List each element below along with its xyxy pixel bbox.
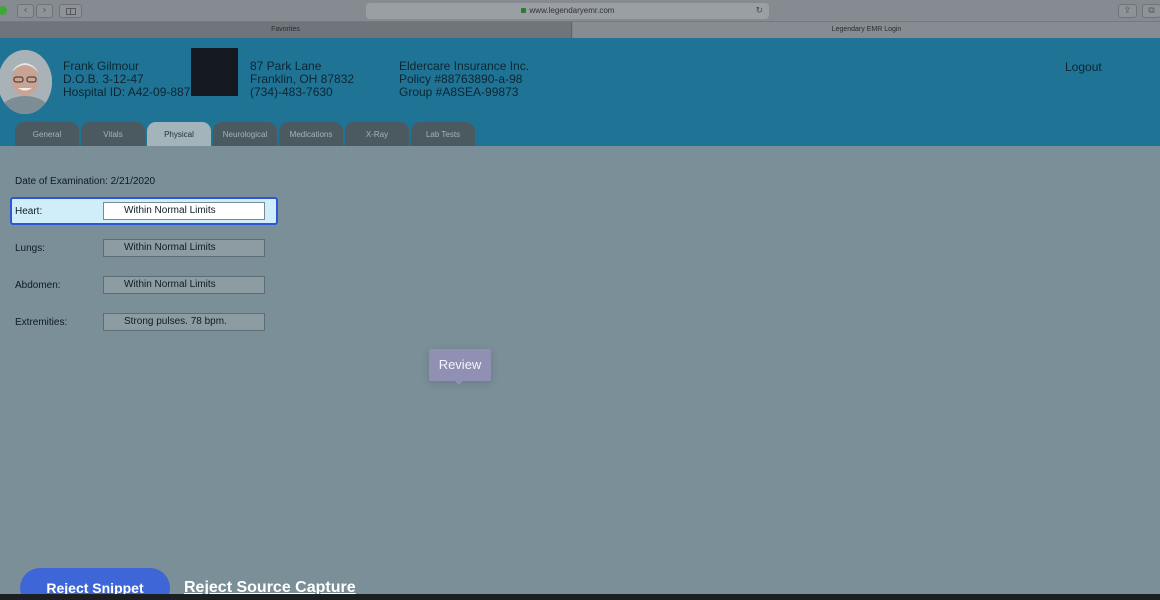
group-number: Group #A8SEA-99873 bbox=[399, 85, 519, 99]
lungs-label: Lungs: bbox=[15, 243, 46, 254]
browser-tab-emr-login[interactable]: Legendary EMR Login bbox=[573, 22, 1160, 38]
heart-label: Heart: bbox=[15, 206, 43, 217]
patient-header: Frank Gilmour D.O.B. 3-12-47 Hospital ID… bbox=[0, 38, 1160, 146]
tab-lab-tests[interactable]: Lab Tests bbox=[411, 122, 475, 146]
patient-hospital-id: Hospital ID: A42-09-887 bbox=[63, 85, 191, 99]
share-icon[interactable]: ⇪ bbox=[1118, 4, 1137, 18]
tabs-overview-icon[interactable]: ⧉ bbox=[1142, 4, 1160, 18]
browser-tabstrip: Favorites Legendary EMR Login bbox=[0, 22, 1160, 38]
reload-icon[interactable]: ↻ bbox=[755, 3, 763, 19]
heart-row-highlight: Heart: Within Normal Limits bbox=[10, 197, 278, 225]
address-bar[interactable]: www.legendaryemr.com ↻ bbox=[366, 3, 769, 19]
extremities-field[interactable]: Strong pulses. 78 bpm. bbox=[103, 313, 265, 331]
review-tooltip[interactable]: Review bbox=[429, 349, 491, 385]
sidebar-toggle-icon[interactable] bbox=[59, 4, 82, 18]
tab-x-ray[interactable]: X-Ray bbox=[345, 122, 409, 146]
extremities-label: Extremities: bbox=[15, 317, 68, 328]
abdomen-label: Abdomen: bbox=[15, 280, 61, 291]
forward-arrow-icon[interactable]: › bbox=[36, 4, 53, 18]
lock-icon bbox=[520, 8, 526, 13]
patient-photo bbox=[0, 50, 52, 114]
redaction-box bbox=[191, 48, 238, 96]
url-text: www.legendaryemr.com bbox=[529, 6, 615, 15]
lungs-field[interactable]: Within Normal Limits bbox=[103, 239, 265, 257]
tab-neurological[interactable]: Neurological bbox=[213, 122, 277, 146]
tab-vitals[interactable]: Vitals bbox=[81, 122, 145, 146]
back-arrow-icon[interactable]: ‹ bbox=[17, 4, 34, 18]
window-control-dot[interactable] bbox=[0, 6, 7, 15]
logout-link[interactable]: Logout bbox=[1065, 60, 1102, 74]
heart-field[interactable]: Within Normal Limits bbox=[103, 202, 265, 220]
bottom-strip bbox=[0, 594, 1160, 600]
browser-tab-favorites[interactable]: Favorites bbox=[0, 22, 572, 38]
browser-toolbar: ‹ › www.legendaryemr.com ↻ ⇪ ⧉ bbox=[0, 0, 1160, 22]
exam-date: Date of Examination: 2/21/2020 bbox=[15, 176, 156, 187]
tab-general[interactable]: General bbox=[15, 122, 79, 146]
physical-exam-panel: Date of Examination: 2/21/2020 Heart: Wi… bbox=[0, 146, 1160, 600]
patient-phone: (734)-483-7630 bbox=[250, 85, 333, 99]
abdomen-field[interactable]: Within Normal Limits bbox=[103, 276, 265, 294]
tab-medications[interactable]: Medications bbox=[279, 122, 343, 146]
tab-physical[interactable]: Physical bbox=[147, 122, 211, 146]
record-tabs: General Vitals Physical Neurological Med… bbox=[0, 122, 1160, 146]
